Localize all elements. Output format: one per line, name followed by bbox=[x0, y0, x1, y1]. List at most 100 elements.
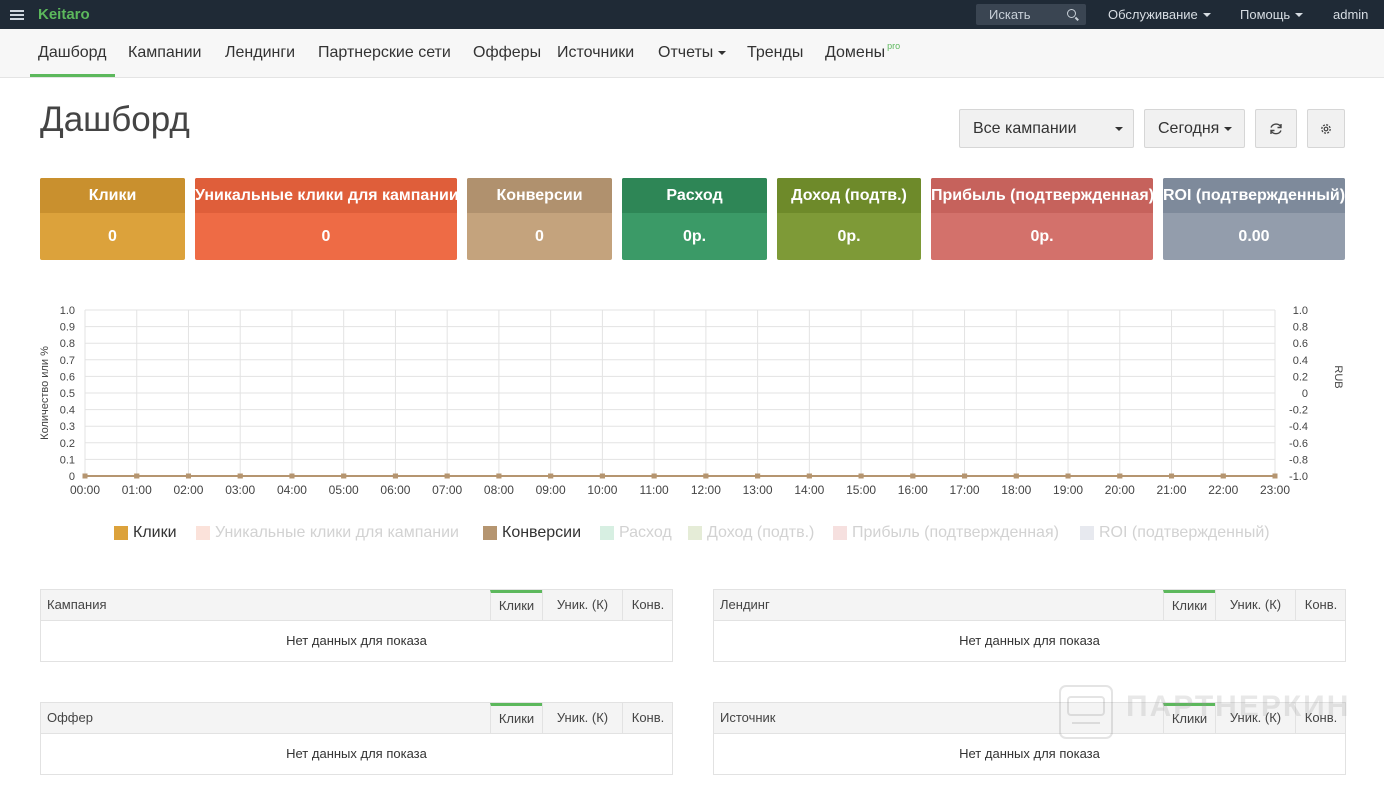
x-tick-label: 03:00 bbox=[225, 483, 255, 497]
stat-card: Расход 0р. bbox=[622, 178, 767, 260]
data-point bbox=[444, 473, 450, 479]
help-menu[interactable]: Помощь bbox=[1240, 0, 1304, 29]
x-tick-label: 15:00 bbox=[846, 483, 876, 497]
column-header-name[interactable]: Оффер bbox=[47, 703, 93, 733]
column-header[interactable]: Конв. bbox=[622, 703, 673, 733]
y2-tick-label: 0.4 bbox=[1293, 355, 1308, 367]
stat-card-title: Клики bbox=[40, 178, 185, 213]
stat-card-title: Прибыль (подтвержденная) bbox=[931, 178, 1153, 213]
y2-tick-label: -0.8 bbox=[1289, 454, 1308, 466]
legend-item[interactable]: Клики bbox=[114, 524, 177, 542]
column-header[interactable]: Уник. (К) bbox=[1215, 590, 1295, 620]
stat-card-value: 0 bbox=[535, 228, 544, 245]
x-tick-label: 13:00 bbox=[743, 483, 773, 497]
column-header[interactable]: Уник. (К) bbox=[542, 590, 622, 620]
pro-badge: pro bbox=[887, 41, 901, 51]
nav-landings[interactable]: Лендинги bbox=[225, 29, 295, 77]
stat-card-title: Расход bbox=[622, 178, 767, 213]
data-point bbox=[341, 473, 347, 479]
nav-domains[interactable]: Домены pro bbox=[825, 29, 900, 77]
x-tick-label: 18:00 bbox=[1001, 483, 1031, 497]
x-tick-label: 11:00 bbox=[640, 483, 669, 497]
caret-down-icon bbox=[1115, 127, 1123, 131]
legend-item[interactable]: Расход bbox=[600, 524, 672, 542]
column-header-name[interactable]: Кампания bbox=[47, 590, 107, 620]
x-tick-label: 06:00 bbox=[380, 483, 410, 497]
table-header: Лендинг Клики Уник. (К) Конв. bbox=[714, 590, 1345, 621]
nav-sources[interactable]: Источники bbox=[557, 29, 634, 77]
stat-card: ROI (подтвержденный) 0.00 bbox=[1163, 178, 1345, 260]
column-header[interactable]: Конв. bbox=[622, 590, 673, 620]
nav-reports[interactable]: Отчеты bbox=[658, 29, 727, 77]
legend-item[interactable]: Прибыль (подтвержденная) bbox=[833, 524, 1059, 542]
stat-card-value: 0р. bbox=[837, 228, 861, 245]
y2-tick-label: 0.2 bbox=[1293, 371, 1308, 383]
data-point bbox=[910, 473, 916, 479]
campaign-select[interactable]: Все кампании bbox=[959, 109, 1134, 148]
stat-card-value: 0 bbox=[321, 228, 331, 245]
y2-tick-label: 1.0 bbox=[1293, 305, 1308, 317]
y-tick-label: 0.5 bbox=[60, 388, 75, 400]
legend-item[interactable]: Конверсии bbox=[483, 524, 581, 542]
column-header[interactable]: Клики bbox=[490, 590, 542, 620]
nav-dashboard[interactable]: Дашборд bbox=[30, 29, 115, 77]
legend-label: Уникальные клики для кампании bbox=[215, 524, 459, 541]
data-point bbox=[1117, 473, 1123, 479]
y2-tick-label: -0.4 bbox=[1289, 421, 1308, 433]
caret-down-icon bbox=[1295, 12, 1304, 17]
legend-swatch bbox=[833, 526, 847, 540]
y-tick-label: 0.1 bbox=[60, 454, 75, 466]
stat-card: Доход (подтв.) 0р. bbox=[777, 178, 921, 260]
data-point bbox=[82, 473, 88, 479]
column-header-name[interactable]: Лендинг bbox=[720, 590, 770, 620]
column-header[interactable]: Клики bbox=[490, 703, 542, 733]
nav-trends[interactable]: Тренды bbox=[747, 29, 803, 77]
legend-swatch bbox=[688, 526, 702, 540]
column-header[interactable]: Уник. (К) bbox=[542, 703, 622, 733]
date-select[interactable]: Сегодня bbox=[1144, 109, 1245, 148]
legend-swatch bbox=[1080, 526, 1094, 540]
empty-message: Нет данных для показа bbox=[286, 746, 427, 761]
nav-reports-label: Отчеты bbox=[658, 44, 714, 61]
user-menu-label: admin bbox=[1333, 7, 1369, 22]
user-menu[interactable]: admin bbox=[1333, 0, 1368, 29]
page-title: Дашборд bbox=[40, 100, 190, 139]
data-point bbox=[237, 473, 243, 479]
nav-campaigns[interactable]: Кампании bbox=[128, 29, 202, 77]
legend-item[interactable]: ROI (подтвержденный) bbox=[1080, 524, 1270, 542]
refresh-button[interactable] bbox=[1255, 109, 1297, 148]
x-tick-label: 22:00 bbox=[1208, 483, 1238, 497]
caret-down-icon bbox=[718, 50, 727, 55]
settings-button[interactable] bbox=[1307, 109, 1345, 148]
y2-tick-label: -0.6 bbox=[1289, 438, 1308, 450]
data-point bbox=[1013, 473, 1019, 479]
search-placeholder: Искать bbox=[989, 7, 1031, 22]
search-icon[interactable] bbox=[1067, 9, 1076, 18]
search-input[interactable]: Искать bbox=[976, 4, 1086, 25]
legend-item[interactable]: Доход (подтв.) bbox=[688, 524, 814, 542]
column-header[interactable]: Конв. bbox=[1295, 590, 1346, 620]
legend-label: Прибыль (подтвержденная) bbox=[852, 524, 1059, 541]
column-header-name[interactable]: Источник bbox=[720, 703, 776, 733]
y-tick-label: 0.3 bbox=[60, 421, 75, 433]
data-point bbox=[185, 473, 191, 479]
nav-domains-label: Домены bbox=[825, 44, 886, 61]
nav-affiliate-networks[interactable]: Партнерские сети bbox=[318, 29, 451, 77]
data-point bbox=[1220, 473, 1226, 479]
y-tick-label: 0.9 bbox=[60, 322, 75, 334]
stat-card-value: 0.00 bbox=[1238, 228, 1270, 245]
x-tick-label: 23:00 bbox=[1260, 483, 1290, 497]
x-tick-label: 04:00 bbox=[277, 483, 307, 497]
legend-item[interactable]: Уникальные клики для кампании bbox=[196, 524, 459, 542]
empty-message: Нет данных для показа bbox=[286, 633, 427, 648]
x-tick-label: 05:00 bbox=[329, 483, 359, 497]
nav-offers[interactable]: Офферы bbox=[473, 29, 541, 77]
y2-tick-label: 0.8 bbox=[1293, 322, 1308, 334]
service-menu[interactable]: Обслуживание bbox=[1108, 0, 1211, 29]
x-tick-label: 20:00 bbox=[1105, 483, 1135, 497]
x-tick-label: 16:00 bbox=[898, 483, 928, 497]
menu-icon[interactable] bbox=[10, 9, 24, 20]
brand-logo[interactable]: Keitaro bbox=[38, 6, 90, 23]
x-tick-label: 02:00 bbox=[173, 483, 203, 497]
column-header[interactable]: Клики bbox=[1163, 590, 1215, 620]
